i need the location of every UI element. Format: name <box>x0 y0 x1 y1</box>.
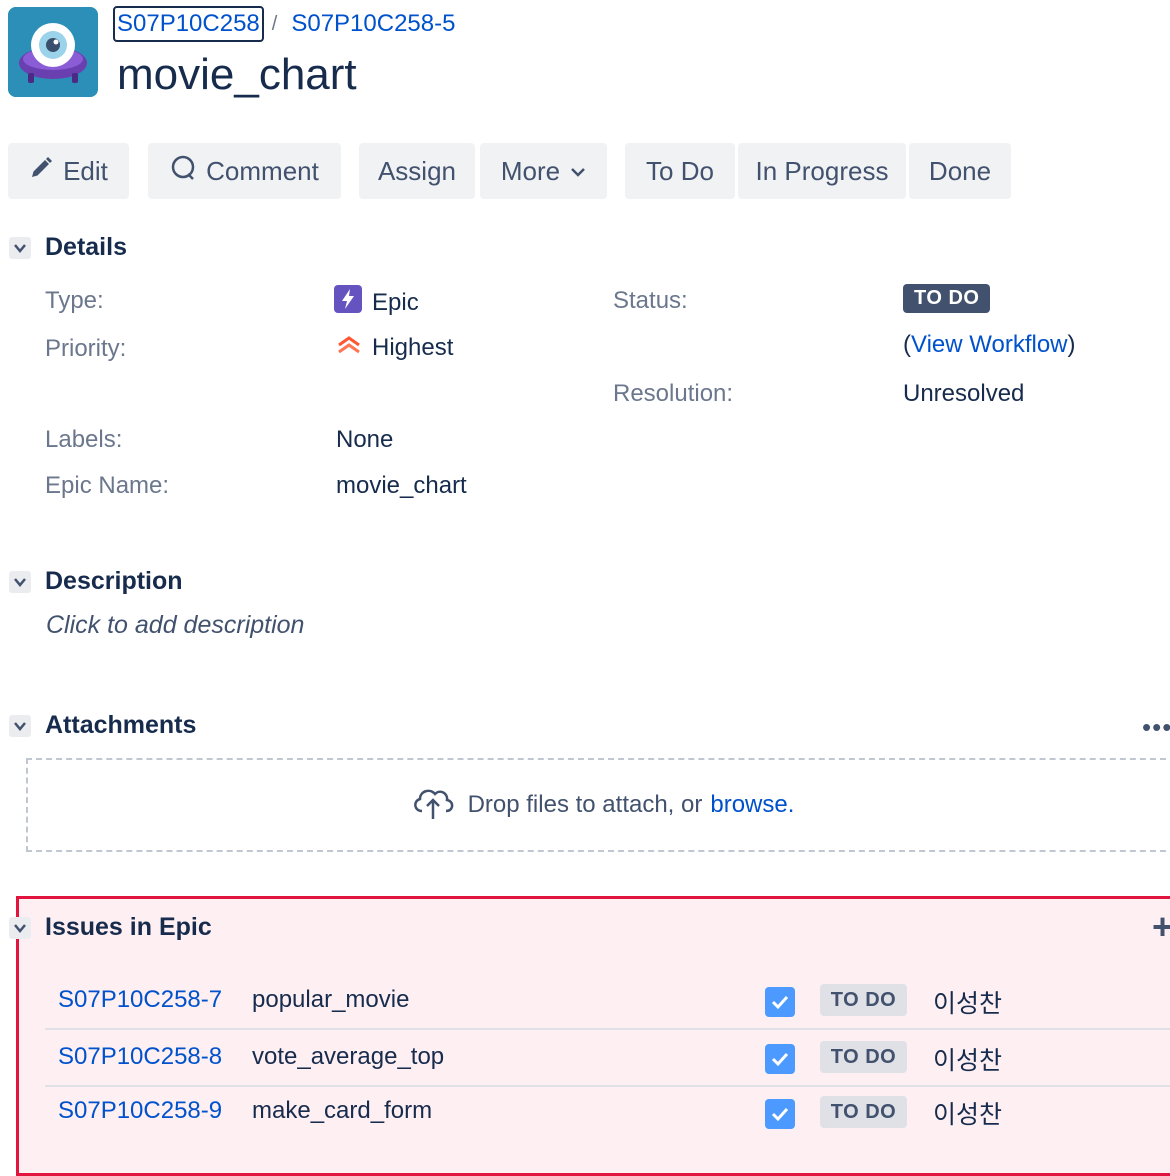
chevron-down-icon <box>9 714 31 737</box>
in-progress-transition-button[interactable]: In Progress <box>738 143 906 199</box>
issue-assignee: 이성찬 <box>933 1101 1003 1129</box>
breadcrumb-issue-link[interactable]: S07P10C258-5 <box>291 10 455 38</box>
status-badge: TO DO <box>903 284 991 313</box>
chevron-down-icon <box>9 570 31 593</box>
more-button-label: More <box>500 155 561 186</box>
attachments-section-toggle[interactable]: Attachments <box>9 711 196 740</box>
view-workflow-link[interactable]: View Workflow <box>911 331 1068 359</box>
checkbox-checked-icon[interactable] <box>765 1099 795 1129</box>
issue-row[interactable]: S07P10C258-8 vote_average_top TO DO 이성찬 <box>45 1029 1170 1087</box>
pencil-icon <box>29 156 53 187</box>
edit-button-label: Edit <box>63 155 108 186</box>
browse-link[interactable]: browse <box>710 791 787 818</box>
issue-assignee: 이성찬 <box>933 990 1003 1018</box>
issue-summary[interactable]: vote_average_top <box>252 1043 444 1071</box>
more-button[interactable]: More <box>480 143 607 199</box>
epic-icon <box>334 285 362 320</box>
issue-row[interactable]: S07P10C258-9 make_card_form TO DO 이성찬 <box>45 1085 1170 1141</box>
attachments-more-button[interactable]: ••• <box>1142 712 1170 743</box>
status-label: Status: <box>613 287 688 314</box>
description-heading: Description <box>45 567 183 595</box>
chevron-down-icon <box>9 236 31 259</box>
issue-summary[interactable]: make_card_form <box>252 1097 432 1125</box>
comment-icon <box>170 155 196 188</box>
issues-in-epic-heading: Issues in Epic <box>45 913 212 941</box>
workflow-open-paren: ( <box>903 331 911 358</box>
priority-value: Highest <box>336 333 453 362</box>
labels-value[interactable]: None <box>336 426 393 454</box>
issue-summary[interactable]: popular_movie <box>252 986 409 1014</box>
attachment-dropzone[interactable]: Drop files to attach, or browse. <box>26 758 1170 852</box>
browse-period: . <box>787 791 795 818</box>
description-placeholder[interactable]: Click to add description <box>46 611 304 640</box>
edit-button[interactable]: Edit <box>8 143 129 199</box>
attachments-heading: Attachments <box>45 711 197 739</box>
comment-button[interactable]: Comment <box>148 143 341 199</box>
details-heading: Details <box>45 233 127 261</box>
issue-row[interactable]: S07P10C258-7 popular_movie TO DO 이성찬 <box>45 972 1170 1030</box>
project-avatar-icon[interactable] <box>8 7 98 97</box>
breadcrumb: S07P10C258 / S07P10C258-5 <box>113 4 455 44</box>
details-section-toggle[interactable]: Details <box>9 233 127 262</box>
priority-label: Priority: <box>45 335 127 362</box>
comment-button-label: Comment <box>206 155 319 186</box>
done-transition-button[interactable]: Done <box>909 143 1011 199</box>
resolution-label: Resolution: <box>613 380 734 407</box>
issue-status-badge: TO DO <box>820 984 907 1016</box>
breadcrumb-project-link[interactable]: S07P10C258 <box>113 6 264 42</box>
type-value: Epic <box>334 285 419 320</box>
dropzone-text: Drop files to attach, or <box>467 791 703 818</box>
issue-status-badge: TO DO <box>820 1041 907 1073</box>
epic-name-label: Epic Name: <box>45 472 170 499</box>
priority-value-text: Highest <box>372 333 454 361</box>
labels-label: Labels: <box>45 426 123 453</box>
type-value-text: Epic <box>372 288 419 316</box>
workflow-close-paren: ) <box>1067 331 1076 358</box>
page-title[interactable]: movie_chart <box>117 50 357 100</box>
priority-highest-icon <box>336 333 362 362</box>
checkbox-checked-icon[interactable] <box>765 1044 795 1074</box>
issue-key-link[interactable]: S07P10C258-7 <box>58 986 222 1014</box>
checkbox-checked-icon[interactable] <box>765 987 795 1017</box>
chevron-down-icon <box>9 916 31 939</box>
epic-name-value[interactable]: movie_chart <box>336 472 467 500</box>
assign-button[interactable]: Assign <box>359 143 475 199</box>
issue-status-badge: TO DO <box>820 1096 907 1128</box>
description-section-toggle[interactable]: Description <box>9 567 183 596</box>
issues-in-epic-section-toggle[interactable]: Issues in Epic <box>9 913 212 942</box>
issue-assignee: 이성찬 <box>933 1047 1003 1075</box>
chevron-down-icon <box>570 156 586 187</box>
issue-key-link[interactable]: S07P10C258-8 <box>58 1043 222 1071</box>
todo-transition-button[interactable]: To Do <box>625 143 735 199</box>
resolution-value: Unresolved <box>903 380 1025 407</box>
view-workflow: ( View Workflow ) <box>903 331 1076 359</box>
issue-key-link[interactable]: S07P10C258-9 <box>58 1097 222 1125</box>
add-issue-button[interactable]: + <box>1152 906 1170 948</box>
breadcrumb-separator: / <box>271 12 278 35</box>
type-label: Type: <box>45 287 104 314</box>
cloud-upload-icon <box>410 783 456 828</box>
